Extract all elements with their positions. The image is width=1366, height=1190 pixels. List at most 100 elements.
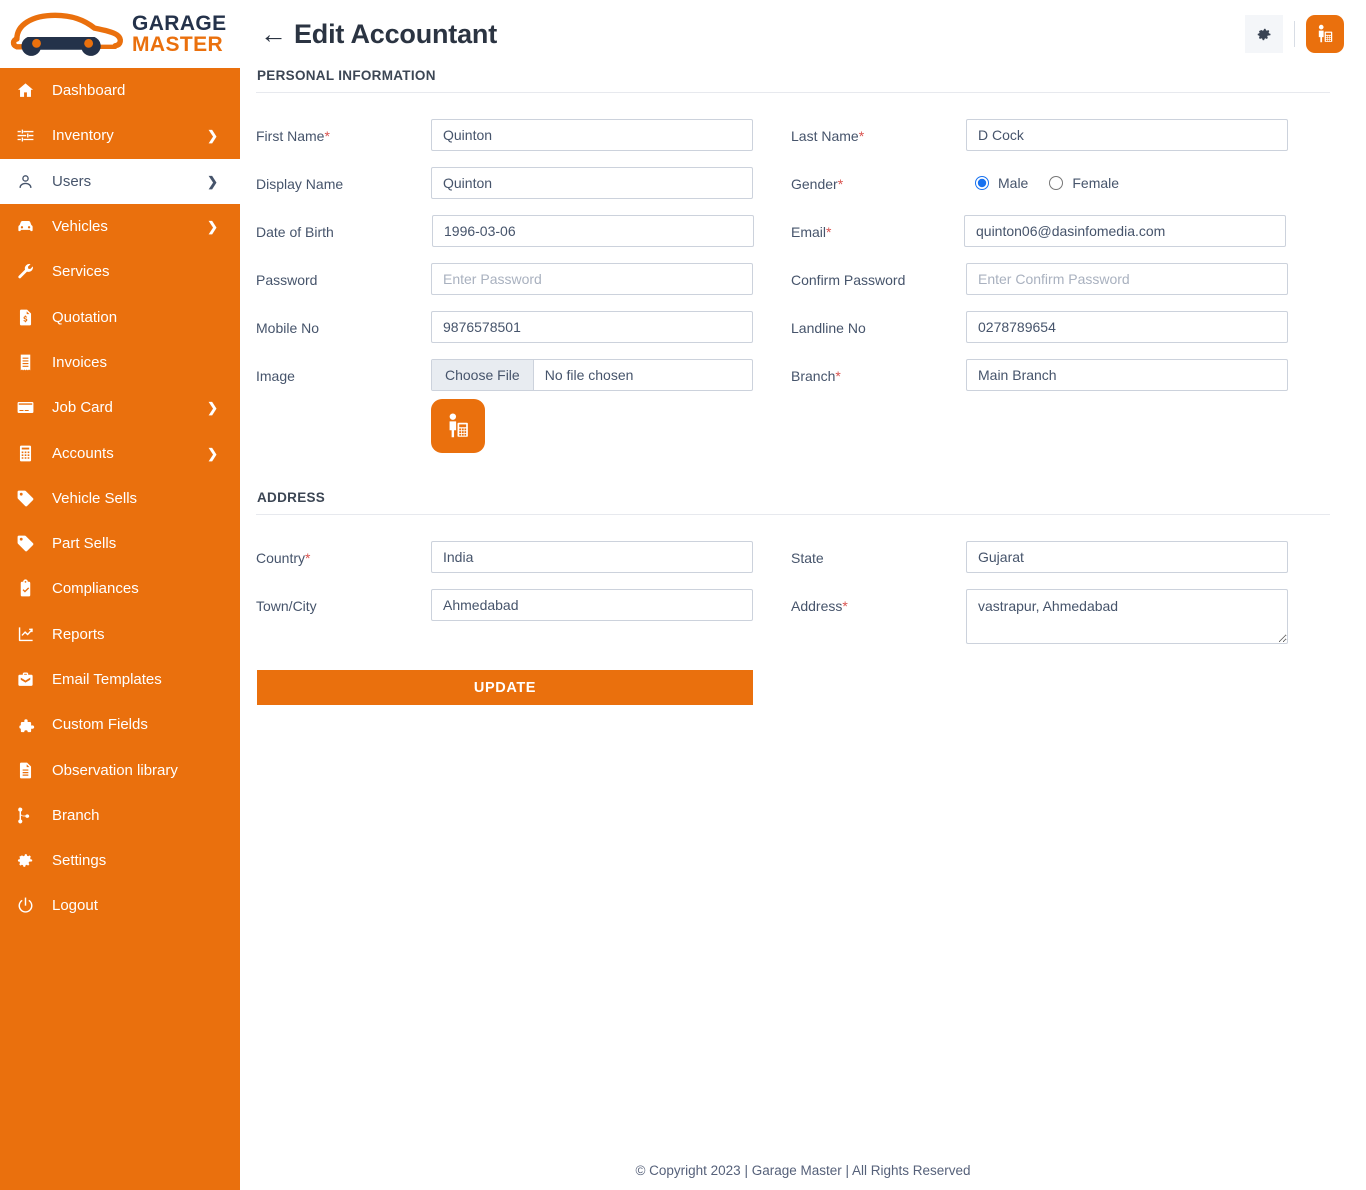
sidebar-item-logout[interactable]: Logout: [0, 883, 240, 929]
display-name-label: Display Name: [256, 176, 344, 192]
field-address: Address* vastrapur, Ahmedabad: [790, 589, 1330, 644]
sidebar-item-label: Inventory: [52, 127, 114, 145]
image-preview-row: [256, 399, 1330, 453]
image-preview-thumbnail[interactable]: [431, 399, 485, 453]
form-row-name: First Name* Last Name*: [256, 119, 1330, 151]
back-arrow-icon[interactable]: ←: [260, 20, 287, 48]
sidebar-item-part-sells[interactable]: Part Sells: [0, 520, 240, 567]
chevron-right-icon: ❯: [207, 400, 218, 416]
first-name-input[interactable]: [431, 119, 753, 151]
town-city-input[interactable]: [431, 589, 753, 621]
gear-icon: [1257, 28, 1271, 40]
sidebar-item-label: Reports: [52, 625, 105, 643]
choose-file-button[interactable]: Choose File: [432, 360, 534, 390]
sidebar-item-vehicle-sells[interactable]: Vehicle Sells: [0, 475, 240, 521]
sidebar-item-reports[interactable]: Reports: [0, 611, 240, 657]
password-input[interactable]: [431, 263, 753, 295]
sidebar-item-quotation[interactable]: Quotation: [0, 294, 240, 340]
date-of-birth-input[interactable]: [432, 215, 754, 247]
sidebar-item-custom-fields[interactable]: Custom Fields: [0, 702, 240, 748]
sidebar-item-settings[interactable]: Settings: [0, 838, 240, 884]
confirm-password-input[interactable]: [966, 263, 1288, 295]
sidebar: GARAGE MASTER Dashboard Inventory ❯ Users ❯ V…: [0, 0, 240, 1190]
sidebar-item-inventory[interactable]: Inventory ❯: [0, 113, 240, 159]
sidebar-item-label: Job Card: [52, 399, 113, 417]
sidebar-item-observation-library[interactable]: Observation library: [0, 747, 240, 793]
home-icon: [16, 81, 38, 100]
address-heading: ADDRESS: [257, 490, 326, 505]
sidebar-item-label: Vehicle Sells: [52, 489, 138, 507]
image-file-input[interactable]: Choose File No file chosen: [431, 359, 753, 391]
sidebar-item-invoices[interactable]: Invoices: [0, 339, 240, 386]
sidebar-item-job-card[interactable]: Job Card ❯: [0, 385, 240, 431]
address-label: Address*: [791, 598, 848, 614]
last-name-label: Last Name*: [791, 128, 865, 144]
document-icon: [16, 761, 38, 780]
sidebar-item-label: Dashboard: [52, 82, 126, 100]
file-status-text: No file chosen: [544, 367, 634, 383]
state-label: State: [791, 550, 824, 566]
gender-label: Gender*: [791, 176, 844, 192]
chevron-right-icon: ❯: [207, 219, 218, 235]
avatar[interactable]: [1306, 15, 1344, 53]
required-marker: *: [837, 176, 844, 192]
chart-line-icon: [16, 625, 38, 644]
sidebar-item-label: Vehicles: [52, 218, 108, 236]
form-row-dob-email: Date of Birth Email*: [256, 215, 1330, 247]
wrench-icon: [16, 262, 38, 281]
required-marker: *: [835, 368, 841, 384]
landline-no-label: Landline No: [791, 320, 866, 336]
page-title: Edit Accountant: [294, 18, 497, 49]
sidebar-item-services[interactable]: Services: [0, 249, 240, 295]
envelope-icon: [16, 670, 38, 689]
sidebar-item-label: Invoices: [52, 353, 108, 371]
calculator-icon: [16, 444, 38, 463]
gender-option-male[interactable]: Male: [975, 175, 1028, 191]
sidebar-item-label: Settings: [52, 852, 107, 870]
sidebar-nav: Dashboard Inventory ❯ Users ❯ Vehicles ❯ Servic…: [0, 68, 240, 929]
sidebar-item-accounts[interactable]: Accounts ❯: [0, 430, 240, 476]
display-name-input[interactable]: [431, 167, 753, 199]
sidebar-item-label: Accounts: [52, 444, 114, 462]
brand-logo[interactable]: GARAGE MASTER: [0, 0, 240, 68]
address-textarea[interactable]: vastrapur, Ahmedabad: [966, 589, 1288, 644]
form-row-passwords: Password Confirm Password: [256, 263, 1330, 295]
sidebar-item-email-templates[interactable]: Email Templates: [0, 656, 240, 703]
user-icon: [16, 172, 38, 191]
gender-option-female[interactable]: Female: [1049, 175, 1119, 191]
receipt-icon: [16, 353, 38, 372]
sidebar-item-dashboard[interactable]: Dashboard: [0, 68, 240, 114]
branch-label: Branch*: [791, 368, 841, 384]
topbar-actions: [1245, 15, 1344, 53]
update-button[interactable]: UPDATE: [257, 670, 753, 705]
field-password: Password: [256, 263, 790, 295]
sidebar-item-users[interactable]: Users ❯: [0, 158, 240, 204]
brand-logo-line2: MASTER: [132, 33, 224, 56]
chevron-right-icon: ❯: [207, 128, 218, 144]
settings-button[interactable]: [1245, 15, 1283, 53]
sidebar-item-compliances[interactable]: Compliances: [0, 566, 240, 612]
sidebar-item-branch[interactable]: Branch: [0, 792, 240, 839]
required-marker: *: [858, 128, 865, 144]
landline-no-input[interactable]: [966, 311, 1288, 343]
field-image: Image Choose File No file chosen: [256, 359, 790, 391]
sidebar-item-label: Logout: [52, 897, 98, 915]
gender-radio-male[interactable]: [975, 176, 989, 190]
tag-icon: [16, 534, 38, 553]
mobile-no-input[interactable]: [431, 311, 753, 343]
sidebar-item-vehicles[interactable]: Vehicles ❯: [0, 203, 240, 250]
gear-icon: [16, 851, 38, 870]
email-input[interactable]: [964, 215, 1286, 247]
last-name-input[interactable]: [966, 119, 1288, 151]
power-icon: [16, 896, 38, 915]
state-input[interactable]: [966, 541, 1288, 573]
gender-radio-female[interactable]: [1049, 176, 1064, 190]
required-marker: *: [826, 224, 832, 240]
sidebar-item-label: Custom Fields: [52, 716, 148, 734]
form-row-city-address: Town/City Address* vastrapur, Ahmedabad: [256, 589, 1330, 644]
country-input[interactable]: [431, 541, 753, 573]
town-city-label: Town/City: [256, 598, 317, 614]
gender-option-male-label: Male: [998, 175, 1029, 191]
accountant-icon: [449, 413, 468, 438]
branch-input[interactable]: [966, 359, 1288, 391]
